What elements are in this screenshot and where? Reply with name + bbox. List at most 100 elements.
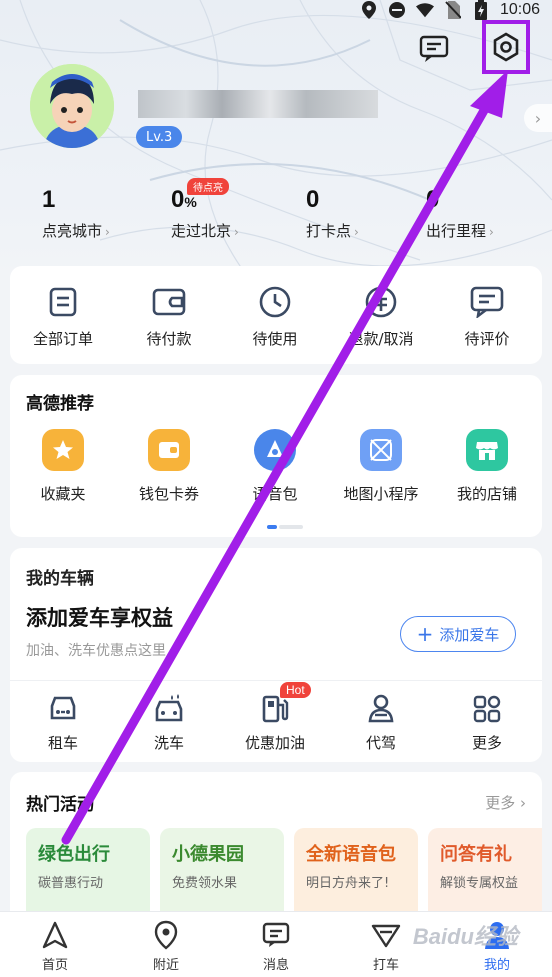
message-button[interactable]	[412, 27, 456, 71]
divider	[10, 680, 542, 681]
activity-subtitle: 明日方舟来了!	[306, 876, 390, 891]
tab-label: 我的	[483, 958, 510, 973]
activity-subtitle: 免费领水果	[172, 876, 238, 891]
top-actions	[412, 20, 530, 74]
orders-card: 全部订单 待付款 待使用 退款/取消 待评价	[10, 266, 542, 364]
tab-label: 附近	[152, 958, 179, 973]
voice-pack-icon	[254, 429, 296, 471]
order-pending-payment[interactable]: 待付款	[116, 284, 222, 349]
plus-icon: +	[416, 622, 434, 646]
stat-value: 0	[171, 186, 185, 213]
rec-my-shop[interactable]: 我的店铺	[434, 429, 540, 504]
stat-label: 走过北京	[171, 222, 232, 240]
order-label: 待评价	[464, 330, 510, 348]
stat-lit-cities[interactable]: 1 点亮城市 ›	[42, 186, 110, 241]
service-car-rental[interactable]: 租车	[10, 692, 116, 753]
refund-icon	[328, 284, 434, 320]
page-indicator	[267, 525, 303, 529]
stat-tag: 待点亮	[187, 178, 229, 195]
rec-favorites[interactable]: 收藏夹	[10, 429, 116, 504]
wifi-icon	[415, 1, 434, 19]
order-label: 全部订单	[32, 330, 93, 348]
order-to-review[interactable]: 待评价	[434, 284, 540, 349]
order-all[interactable]: 全部订单	[10, 284, 116, 349]
service-label: 租车	[47, 734, 78, 752]
star-icon	[42, 429, 84, 471]
stats-row: 1 点亮城市 › 待点亮 0% 走过北京 › 0 打卡点 › 0 出行里程 ›	[0, 178, 552, 246]
service-label: 洗车	[153, 734, 184, 752]
rec-map-mini-program[interactable]: 地图小程序	[328, 429, 434, 504]
activity-title: 小德果园	[172, 844, 244, 865]
stat-checkin-points[interactable]: 0 打卡点 ›	[306, 186, 359, 241]
watermark: Baidu经验	[412, 924, 518, 949]
activity-title: 问答有礼	[440, 844, 512, 865]
tab-nearby[interactable]: 附近	[126, 920, 206, 973]
vehicle-subtitle: 加油、洗车优惠点这里	[26, 643, 166, 659]
vehicle-headline: 添加爱车享权益	[26, 606, 173, 630]
settings-icon	[493, 32, 519, 62]
profile-arrow-button[interactable]: ›	[524, 104, 552, 132]
rec-wallet-coupons[interactable]: 钱包卡券	[116, 429, 222, 504]
vehicle-title: 我的车辆	[26, 569, 94, 589]
more-label: 更多	[485, 794, 516, 812]
stat-travel-mileage[interactable]: 0 出行里程 ›	[426, 186, 494, 241]
activity-title: 全新语音包	[306, 844, 396, 865]
order-label: 退款/取消	[348, 330, 414, 348]
settings-button[interactable]	[482, 20, 530, 74]
fuel-icon	[222, 692, 328, 726]
add-car-button[interactable]: + 添加爱车	[400, 616, 516, 652]
stat-label: 点亮城市	[42, 222, 103, 240]
stat-value: 0	[426, 186, 440, 213]
shop-icon	[466, 429, 508, 471]
rec-label: 语音包	[252, 485, 298, 503]
clock-icon	[222, 284, 328, 320]
more-grid-icon	[434, 692, 540, 726]
service-more[interactable]: 更多	[434, 692, 540, 753]
chevron-right-icon: ›	[234, 225, 239, 239]
add-car-label: 添加爱车	[439, 625, 500, 644]
comment-icon	[434, 284, 540, 320]
tab-label: 消息	[262, 958, 289, 973]
order-refund[interactable]: 退款/取消	[328, 284, 434, 349]
recommend-card: 高德推荐 收藏夹 钱包卡券 语音包 地图小程序 我的店铺	[10, 375, 542, 537]
tab-home[interactable]: 首页	[15, 920, 95, 973]
activity-subtitle: 碳普惠行动	[38, 876, 104, 891]
username-blurred	[138, 90, 378, 118]
wallet-icon	[116, 284, 222, 320]
location-status-icon	[360, 1, 378, 19]
recommend-title: 高德推荐	[26, 394, 94, 414]
service-fuel-discount[interactable]: Hot 优惠加油	[222, 682, 328, 753]
rec-voice-pack[interactable]: 语音包	[222, 429, 328, 504]
tab-messages[interactable]: 消息	[236, 920, 316, 973]
do-not-disturb-icon	[388, 1, 406, 19]
order-label: 待使用	[252, 330, 298, 348]
stat-label: 打卡点	[306, 222, 352, 240]
stat-label: 出行里程	[426, 222, 487, 240]
battery-icon	[472, 0, 490, 20]
activities-title: 热门活动	[26, 795, 94, 815]
service-car-wash[interactable]: 洗车	[116, 692, 222, 753]
chevron-right-icon: ›	[489, 225, 494, 239]
mini-program-icon	[360, 429, 402, 471]
stat-unit: %	[184, 194, 197, 210]
activities-more-link[interactable]: 更多 ›	[485, 792, 526, 813]
status-time: 10:06	[499, 1, 540, 18]
service-designated-driver[interactable]: 代驾	[328, 692, 434, 753]
service-label: 代驾	[365, 734, 396, 752]
stat-value: 0	[306, 186, 320, 213]
rec-label: 我的店铺	[456, 485, 517, 503]
tab-label: 打车	[372, 958, 399, 973]
activity-title: 绿色出行	[38, 844, 110, 865]
level-badge[interactable]: Lv.3	[136, 126, 183, 148]
order-icon	[10, 284, 116, 320]
driver-icon	[328, 692, 434, 726]
status-bar: 10:06	[0, 0, 552, 20]
avatar[interactable]	[30, 64, 114, 148]
rec-label: 钱包卡券	[138, 485, 199, 503]
chat-icon	[419, 35, 449, 62]
order-to-use[interactable]: 待使用	[222, 284, 328, 349]
car-wash-icon	[116, 692, 222, 726]
wallet-card-icon	[148, 429, 190, 471]
location-pin-icon	[126, 920, 206, 950]
stat-beijing-walked[interactable]: 待点亮 0% 走过北京 ›	[171, 178, 239, 241]
